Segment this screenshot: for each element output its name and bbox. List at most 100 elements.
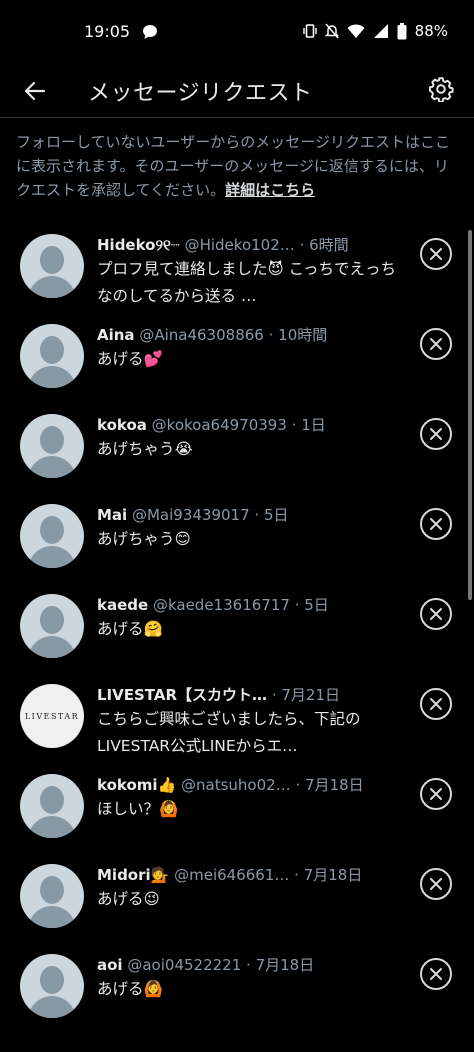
message-preview: あげる🙆 [97,980,163,998]
request-header: LIVESTAR【スカウト… · 7月21日 [97,684,397,706]
request-header: Hideko୨୧┈ @Hideko102… · 6時間 [97,234,397,256]
request-list: Hideko୨୧┈ @Hideko102… · 6時間 プロフ見て連絡しました😈… [0,222,474,1032]
dismiss-button[interactable] [420,238,452,270]
request-content: kokoa @kokoa64970393 · 1日 あげちゃう😭 [97,414,397,463]
mute-bell-icon [324,23,339,39]
request-item[interactable]: Mai @Mai93439017 · 5日 あげちゃう😊 [0,492,474,582]
sender-handle: @Mai93439017 [131,506,250,524]
request-time: · 6時間 [299,236,349,254]
vibrate-icon [302,24,317,38]
request-content: Mai @Mai93439017 · 5日 あげちゃう😊 [97,504,397,553]
request-content: Aina @Aina46308866 · 10時間 あげる💕 [97,324,397,373]
request-time: · 5日 [294,596,329,614]
message-preview: あげる💕 [97,350,163,368]
request-time: · 10時間 [268,326,328,344]
message-preview: あげる🤗 [97,620,163,638]
request-content: Midori💁 @mei646661… · 7月18日 あげる😉 [97,864,397,913]
back-arrow-icon [24,81,46,101]
info-text: フォローしていないユーザーからのメッセージリクエストはここに表示されます。そのユ… [16,130,462,202]
brand-avatar-text: LIVESTAR [24,711,80,721]
sender-name: Aina [97,326,135,344]
request-time: · 7月18日 [294,866,363,884]
request-item[interactable]: Aina @Aina46308866 · 10時間 あげる💕 [0,312,474,402]
dismiss-button[interactable] [420,958,452,990]
avatar[interactable] [20,324,84,388]
sender-handle: @kaede13616717 [152,596,290,614]
sender-handle: @Aina46308866 [139,326,264,344]
sender-name: aoi [97,956,123,974]
close-icon [430,338,442,350]
status-time: 19:05 [84,22,131,41]
avatar[interactable] [20,414,84,478]
page-title: メッセージリクエスト [88,81,313,106]
request-item[interactable]: Hideko୨୧┈ @Hideko102… · 6時間 プロフ見て連絡しました😈… [0,222,474,312]
signal-icon [373,24,388,38]
sender-handle: @natsuho02… [181,776,291,794]
close-icon [430,608,442,620]
status-indicators: 88% [302,22,448,40]
wifi-icon [347,23,365,38]
message-preview: こちらご興味ございましたら、下記のLIVESTAR公式LINEからエ… [97,710,361,755]
sender-name: kokoa [97,416,147,434]
request-time: · 7月21日 [271,686,340,704]
app-bar: メッセージリクエスト [0,66,474,118]
request-header: kokoa @kokoa64970393 · 1日 [97,414,397,436]
close-icon [430,248,442,260]
chat-bubble-icon [143,25,157,39]
dismiss-button[interactable] [420,328,452,360]
status-bar: 19:05 88% [0,0,474,66]
avatar[interactable] [20,954,84,1018]
avatar[interactable] [20,234,84,298]
request-header: aoi @aoi04522221 · 7月18日 [97,954,397,976]
dismiss-button[interactable] [420,778,452,810]
close-icon [430,428,442,440]
request-time: · 7月18日 [295,776,364,794]
dismiss-button[interactable] [420,598,452,630]
scrollbar[interactable] [468,230,472,600]
gear-icon [428,77,454,102]
avatar[interactable] [20,504,84,568]
message-preview: あげる😉 [97,890,160,908]
dismiss-button[interactable] [420,418,452,450]
request-content: LIVESTAR【スカウト… · 7月21日 こちらご興味ございましたら、下記の… [97,684,397,760]
request-header: Midori💁 @mei646661… · 7月18日 [97,864,397,886]
brand-avatar[interactable]: LIVESTAR [20,684,84,748]
request-item[interactable]: kokomi👍 @natsuho02… · 7月18日 ほしい？🙆 [0,762,474,852]
request-header: Mai @Mai93439017 · 5日 [97,504,397,526]
request-time: · 1日 [291,416,326,434]
message-preview: あげちゃう😭 [97,440,193,458]
sender-handle: @mei646661… [174,866,290,884]
back-button[interactable] [18,74,52,108]
request-item[interactable]: aoi @aoi04522221 · 7月18日 あげる🙆 [0,942,474,1032]
avatar[interactable] [20,594,84,658]
dismiss-button[interactable] [420,688,452,720]
avatar[interactable] [20,774,84,838]
request-item[interactable]: kaede @kaede13616717 · 5日 あげる🤗 [0,582,474,672]
sender-name: Midori💁 [97,866,170,884]
close-icon [430,698,442,710]
sender-handle: @kokoa64970393 [151,416,287,434]
settings-button[interactable] [424,72,458,106]
avatar[interactable] [20,864,84,928]
sender-name: Hideko୨୧┈ [97,236,180,254]
request-item[interactable]: LIVESTAR LIVESTAR【スカウト… · 7月21日 こちらご興味ござ… [0,672,474,762]
close-icon [430,968,442,980]
battery-icon [397,22,407,39]
request-header: kokomi👍 @natsuho02… · 7月18日 [97,774,397,796]
dismiss-button[interactable] [420,508,452,540]
sender-handle: @Hideko102… [184,236,295,254]
request-item[interactable]: kokoa @kokoa64970393 · 1日 あげちゃう😭 [0,402,474,492]
message-preview: プロフ見て連絡しました😈 こっちでえっちなのしてるから送る … [97,260,397,305]
request-time: · 5日 [254,506,289,524]
request-content: kaede @kaede13616717 · 5日 あげる🤗 [97,594,397,643]
request-header: Aina @Aina46308866 · 10時間 [97,324,397,346]
request-item[interactable]: Midori💁 @mei646661… · 7月18日 あげる😉 [0,852,474,942]
close-icon [430,518,442,530]
sender-name: Mai [97,506,128,524]
request-content: aoi @aoi04522221 · 7月18日 あげる🙆 [97,954,397,1003]
close-icon [430,788,442,800]
close-icon [430,878,442,890]
dismiss-button[interactable] [420,868,452,900]
message-preview: あげちゃう😊 [97,530,191,548]
learn-more-link[interactable]: 詳細はこちら [225,181,315,199]
